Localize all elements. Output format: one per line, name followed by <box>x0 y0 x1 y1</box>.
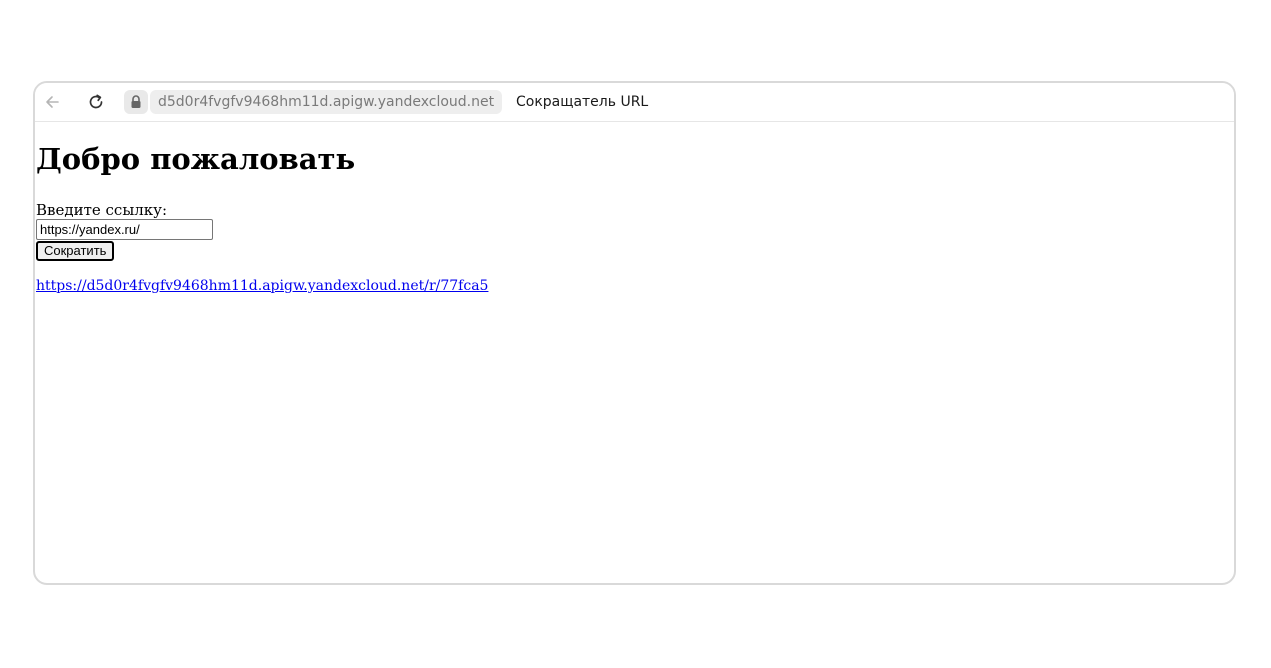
back-button[interactable] <box>40 90 64 114</box>
page-heading: Добро пожаловать <box>36 142 356 176</box>
short-url-link[interactable]: https://d5d0r4fvgfv9468hm11d.apigw.yande… <box>36 277 488 295</box>
page-viewport: Добро пожаловать Введите ссылку: Сократи… <box>35 122 1234 583</box>
browser-toolbar: d5d0r4fvgfv9468hm11d.apigw.yandexcloud.n… <box>35 83 1234 122</box>
url-input-label: Введите ссылку: <box>36 201 168 219</box>
lock-icon <box>131 95 141 108</box>
shorten-button[interactable]: Сократить <box>36 241 115 261</box>
site-info-button[interactable] <box>124 90 148 114</box>
back-arrow-icon <box>46 96 59 108</box>
reload-button[interactable] <box>84 90 108 114</box>
url-input[interactable] <box>36 219 213 240</box>
reload-icon <box>89 94 103 109</box>
address-bar[interactable]: d5d0r4fvgfv9468hm11d.apigw.yandexcloud.n… <box>150 90 503 114</box>
tab-title: Сокращатель URL <box>516 94 649 110</box>
browser-window: d5d0r4fvgfv9468hm11d.apigw.yandexcloud.n… <box>33 81 1236 585</box>
